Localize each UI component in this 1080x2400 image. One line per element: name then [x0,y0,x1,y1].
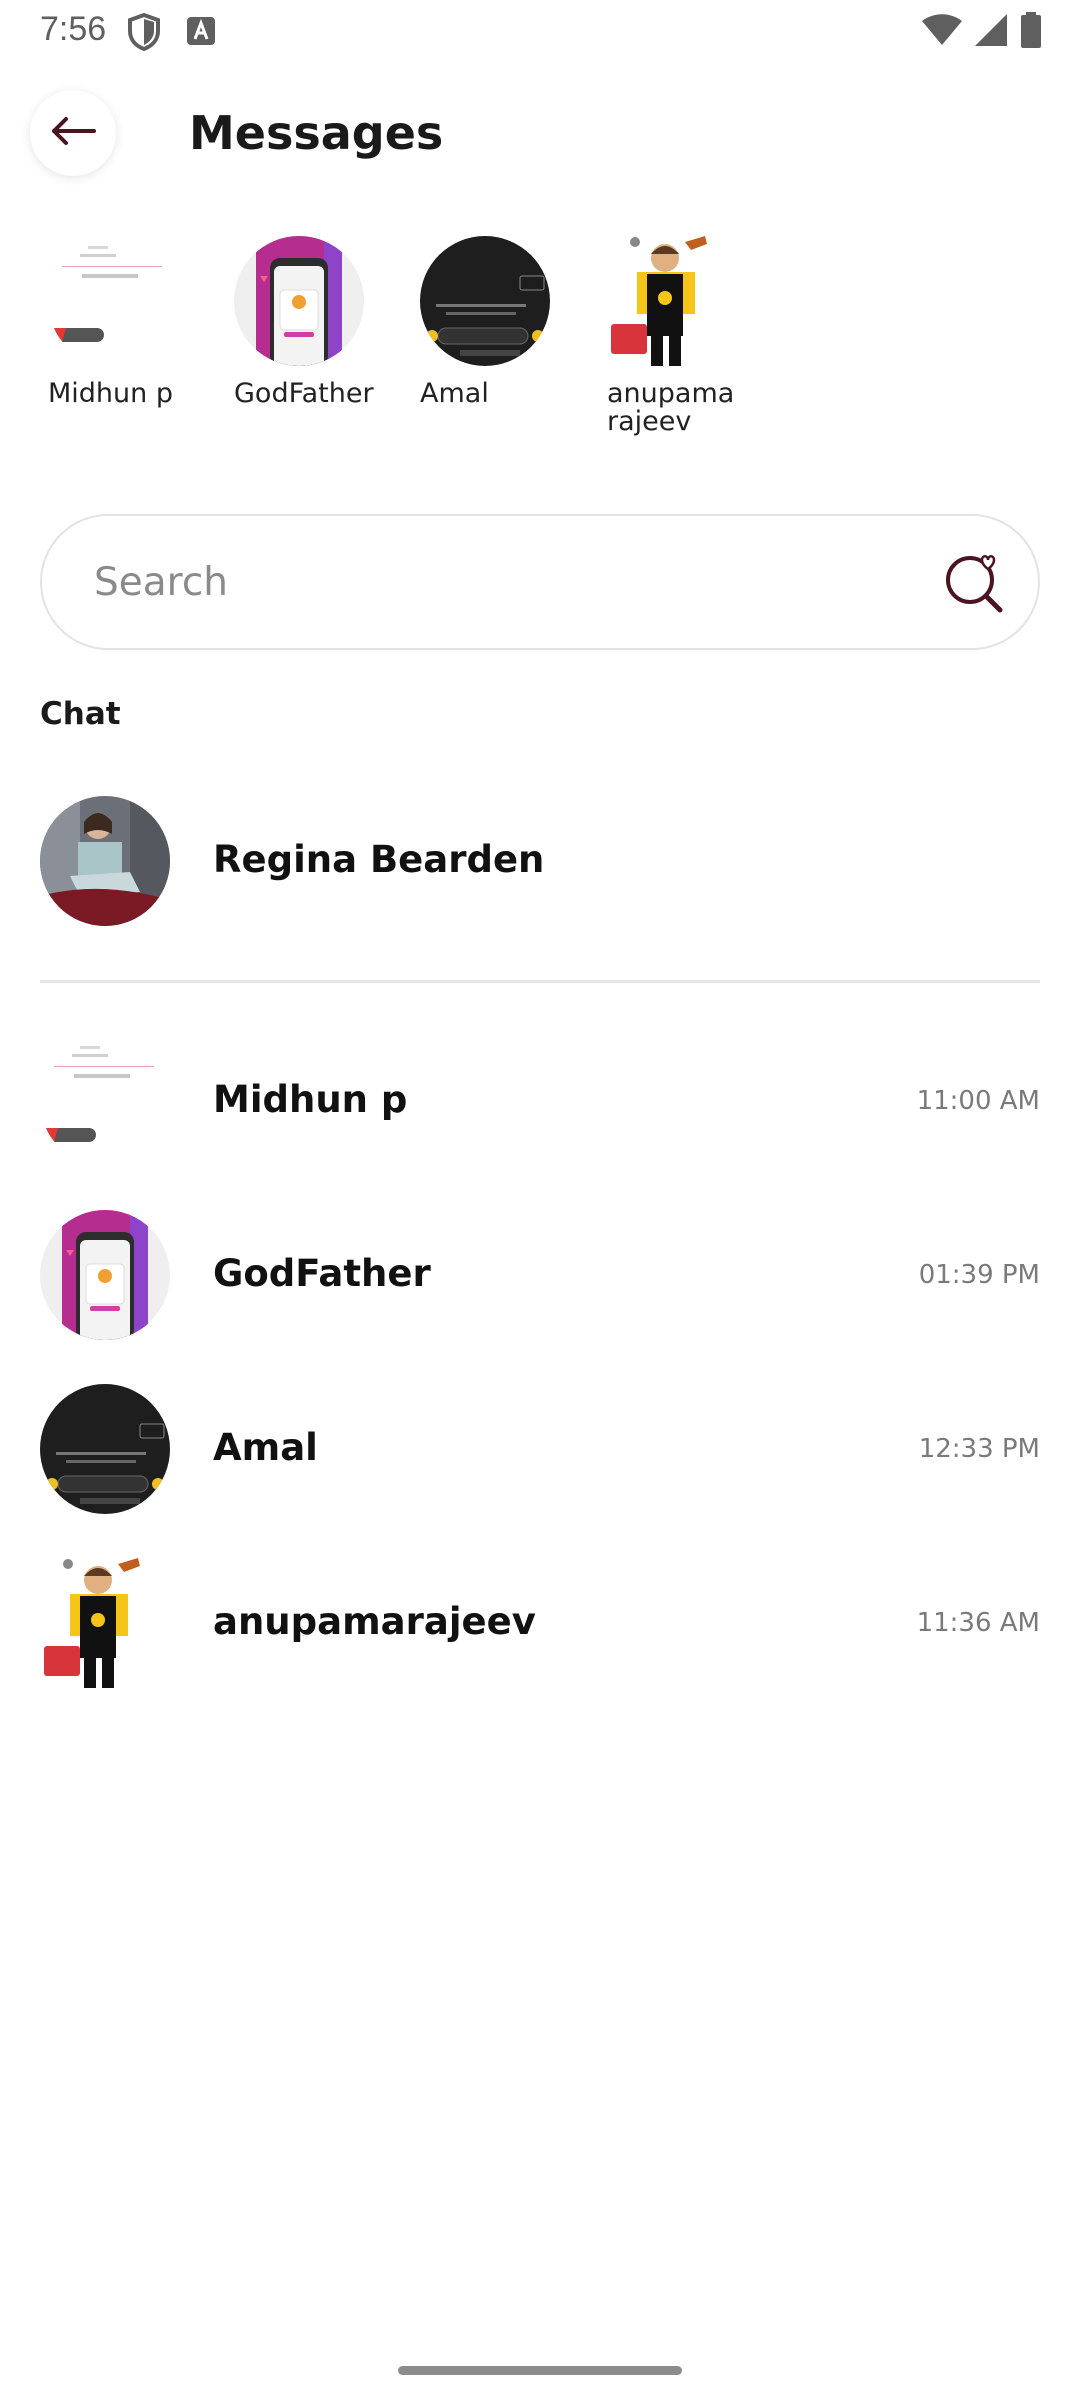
signal-icon [974,13,1008,51]
story-name: Amal [420,378,489,409]
section-label-chat: Chat [40,696,121,732]
story-name: anupama rajeev [607,378,735,437]
search-icon[interactable] [942,550,1008,620]
chat-name: Regina Bearden [213,838,545,881]
story-item[interactable]: GodFather [234,236,404,408]
chat-time: 01:39 PM [918,1260,1040,1290]
chat-name: anupamarajeev [213,1600,536,1643]
avatar [40,1384,170,1514]
battery-icon [1020,12,1042,52]
story-item[interactable]: Amal [420,236,590,408]
chat-item[interactable]: Midhun p 11:00 AM [40,1036,1040,1168]
wifi-icon [922,14,962,50]
chat-item[interactable]: Regina Bearden [40,796,1040,928]
chat-time: 12:33 PM [918,1434,1040,1464]
chat-item[interactable]: anupamarajeev 11:36 AM [40,1558,1040,1690]
chat-time: 11:36 AM [916,1608,1040,1638]
page-title: Messages [189,106,444,160]
story-name: Midhun p [48,378,173,409]
back-button[interactable] [30,90,116,176]
chat-name: Midhun p [213,1078,408,1121]
story-name: GodFather [234,378,374,409]
search-input[interactable] [92,550,912,614]
search-bar [40,514,1040,650]
avatar [234,236,364,366]
a-notification-icon [186,16,216,50]
status-bar: 7:56 [0,0,1080,62]
shield-icon [127,12,161,55]
avatar [607,236,737,366]
arrow-left-icon [50,116,96,150]
story-item[interactable]: Midhun p [48,236,218,408]
avatar [48,236,178,366]
avatar [420,236,550,366]
story-item[interactable]: anupama rajeev [607,236,777,436]
avatar [40,1558,170,1688]
status-time: 7:56 [40,10,107,48]
avatar [40,1210,170,1340]
chat-time: 11:00 AM [916,1086,1040,1116]
chat-item[interactable]: Amal 12:33 PM [40,1384,1040,1516]
chat-name: GodFather [213,1252,431,1295]
avatar [40,1036,170,1166]
avatar [40,796,170,926]
chat-name: Amal [213,1426,318,1469]
home-indicator[interactable] [398,2366,682,2375]
chat-item[interactable]: GodFather 01:39 PM [40,1210,1040,1342]
divider [40,980,1040,983]
